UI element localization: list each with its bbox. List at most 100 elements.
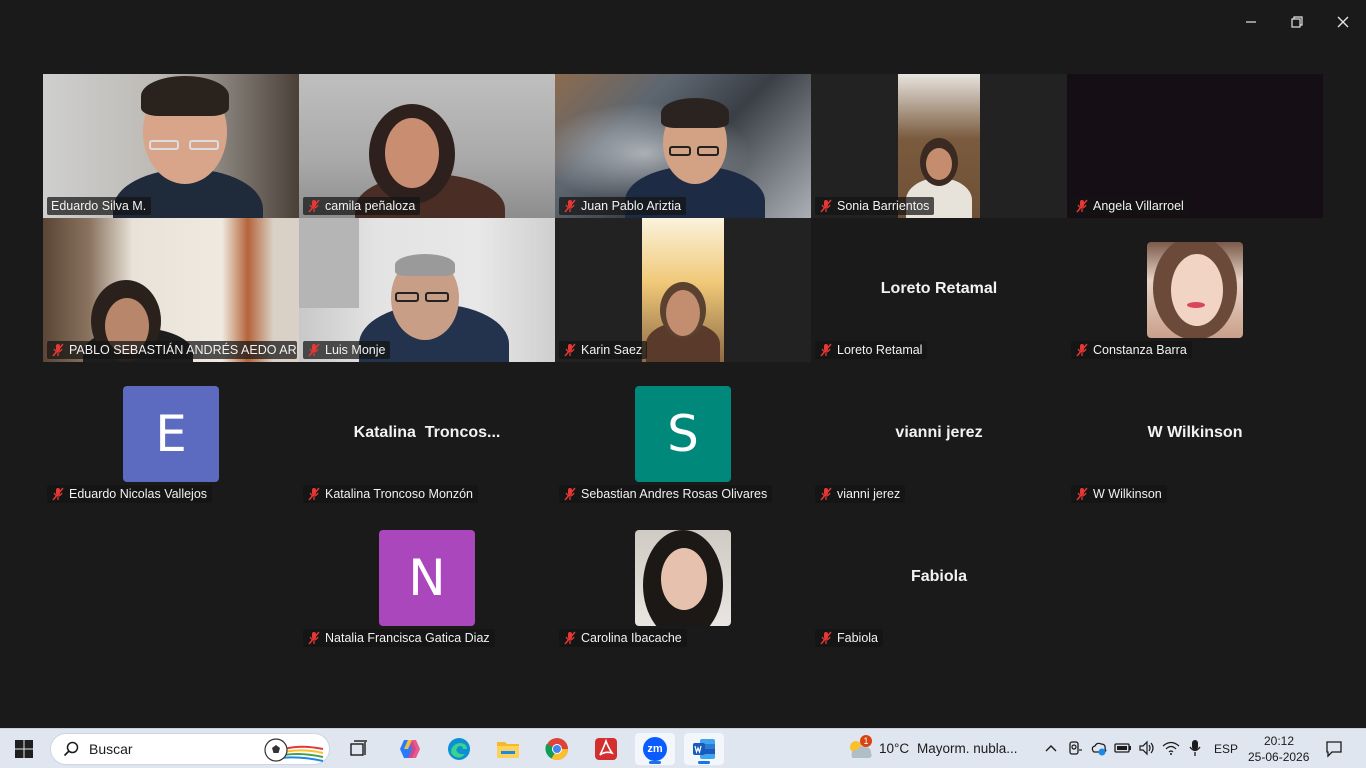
participant-tile[interactable]: W Wilkinson W Wilkinson bbox=[1067, 362, 1323, 506]
participant-display-name: vianni jerez bbox=[895, 424, 983, 441]
show-hidden-icons-button[interactable] bbox=[1042, 739, 1060, 757]
notifications-button[interactable] bbox=[1323, 738, 1345, 760]
microphone-icon bbox=[1189, 740, 1201, 756]
participant-name: W Wilkinson bbox=[1093, 487, 1162, 501]
participant-tile[interactable]: E Eduardo Nicolas Vallejos bbox=[43, 362, 299, 506]
participant-name-tag: Constanza Barra bbox=[1071, 341, 1192, 359]
close-button[interactable] bbox=[1320, 8, 1366, 36]
wifi-icon bbox=[1162, 741, 1180, 755]
muted-mic-icon bbox=[1076, 343, 1088, 357]
participant-name-tag: Natalia Francisca Gatica Diaz bbox=[303, 629, 495, 647]
participant-tile[interactable]: Katalina Troncos... Katalina Troncoso Mo… bbox=[299, 362, 555, 506]
restore-button[interactable] bbox=[1274, 8, 1320, 36]
participant-name: Sebastian Andres Rosas Olivares bbox=[581, 487, 768, 501]
word-icon bbox=[693, 739, 715, 759]
chevron-up-icon bbox=[1045, 745, 1057, 752]
participant-tile[interactable]: Loreto Retamal Loreto Retamal bbox=[811, 218, 1067, 362]
participant-name-tag: Luis Monje bbox=[303, 341, 391, 359]
windows-start-icon bbox=[15, 740, 33, 758]
copilot-icon bbox=[400, 740, 420, 758]
task-view-icon bbox=[350, 740, 367, 756]
participant-tile[interactable]: Juan Pablo Ariztia bbox=[555, 74, 811, 218]
clock-date: 25-06-2026 bbox=[1248, 750, 1310, 764]
camera-icon bbox=[1069, 741, 1082, 755]
participant-name: Eduardo Nicolas Vallejos bbox=[69, 487, 208, 501]
participant-name: Fabiola bbox=[837, 631, 878, 645]
taskbar-task-view[interactable] bbox=[339, 733, 379, 765]
participant-name: Natalia Francisca Gatica Diaz bbox=[325, 631, 490, 645]
weather-temperature: 10°C bbox=[879, 741, 910, 756]
tray-network[interactable] bbox=[1162, 739, 1180, 757]
tray-meet-now[interactable] bbox=[1066, 739, 1084, 757]
participant-display-name: Fabiola bbox=[910, 568, 967, 585]
participant-tile[interactable]: S Sebastian Andres Rosas Olivares bbox=[555, 362, 811, 506]
chat-bubble-icon bbox=[1326, 741, 1342, 758]
participant-tile[interactable]: Angela Villarroel bbox=[1067, 74, 1323, 218]
participant-name: Katalina Troncoso Monzón bbox=[325, 487, 474, 501]
participant-name-tag: Carolina Ibacache bbox=[559, 629, 687, 647]
letter-avatar: S bbox=[635, 386, 731, 482]
language-indicator[interactable]: ESP bbox=[1214, 742, 1238, 756]
participant-name: PABLO SEBASTIÁN ANDRÉS AEDO AR... bbox=[69, 343, 297, 357]
participant-tile[interactable]: Fabiola Fabiola bbox=[811, 506, 1067, 650]
muted-mic-icon bbox=[564, 199, 576, 213]
participant-name-tag: Katalina Troncoso Monzón bbox=[303, 485, 479, 503]
chrome-icon bbox=[545, 738, 568, 760]
participant-name-tag: Fabiola bbox=[815, 629, 883, 647]
taskbar: Buscar zm 1 10°C Mayorm. nubla... ESP 20… bbox=[0, 728, 1366, 768]
participant-name: vianni jerez bbox=[837, 487, 901, 501]
profile-photo bbox=[635, 530, 731, 626]
search-icon bbox=[63, 741, 79, 757]
participant-tile[interactable]: Luis Monje bbox=[299, 218, 555, 362]
weather-widget[interactable]: 1 10°C Mayorm. nubla... bbox=[844, 733, 1034, 765]
participant-name-tag: Sonia Barrientos bbox=[815, 197, 935, 215]
letter-avatar: E bbox=[123, 386, 219, 482]
edge-icon bbox=[448, 738, 470, 760]
folder-icon bbox=[497, 742, 519, 758]
minimize-button[interactable] bbox=[1228, 8, 1274, 36]
taskbar-search[interactable]: Buscar bbox=[50, 733, 330, 765]
participant-tile[interactable]: Sonia Barrientos bbox=[811, 74, 1067, 218]
muted-mic-icon bbox=[564, 631, 576, 645]
participant-name-tag: vianni jerez bbox=[815, 485, 906, 503]
weather-description: Mayorm. nubla... bbox=[917, 741, 1018, 756]
taskbar-zoom[interactable]: zm bbox=[635, 733, 675, 765]
participant-tile[interactable]: N Natalia Francisca Gatica Diaz bbox=[299, 506, 555, 650]
speaker-icon bbox=[1139, 740, 1154, 756]
participant-name-tag: Sebastian Andres Rosas Olivares bbox=[559, 485, 773, 503]
restore-icon bbox=[1291, 16, 1303, 28]
weather-alert-badge: 1 bbox=[860, 735, 872, 747]
taskbar-file-explorer[interactable] bbox=[488, 733, 528, 765]
participant-tile[interactable]: PABLO SEBASTIÁN ANDRÉS AEDO AR... bbox=[43, 218, 299, 362]
participant-name: Karin Saez bbox=[581, 343, 643, 357]
taskbar-chrome[interactable] bbox=[537, 733, 577, 765]
participant-tile[interactable]: Carolina Ibacache bbox=[555, 506, 811, 650]
participant-tile[interactable]: Constanza Barra bbox=[1067, 218, 1323, 362]
participant-name-tag: Loreto Retamal bbox=[815, 341, 928, 359]
zoom-meeting-window: Eduardo Silva M. camila peñaloza Juan Pa… bbox=[0, 0, 1366, 768]
participant-name: Juan Pablo Ariztia bbox=[581, 199, 682, 213]
tray-battery[interactable] bbox=[1114, 739, 1132, 757]
taskbar-edge[interactable] bbox=[439, 733, 479, 765]
muted-mic-icon bbox=[308, 631, 320, 645]
participant-display-name: Katalina Troncos... bbox=[353, 424, 501, 441]
muted-mic-icon bbox=[308, 343, 320, 357]
cloud-sync-icon bbox=[1091, 742, 1107, 756]
participant-name: Carolina Ibacache bbox=[581, 631, 682, 645]
taskbar-copilot[interactable] bbox=[390, 733, 430, 765]
participant-tile[interactable]: camila peñaloza bbox=[299, 74, 555, 218]
clock[interactable]: 20:12 25-06-2026 bbox=[1244, 732, 1310, 766]
participant-tile[interactable]: vianni jerez vianni jerez bbox=[811, 362, 1067, 506]
tray-volume[interactable] bbox=[1138, 739, 1156, 757]
participant-name: Luis Monje bbox=[325, 343, 386, 357]
taskbar-acrobat[interactable] bbox=[586, 733, 626, 765]
participant-display-name: Loreto Retamal bbox=[880, 280, 998, 297]
participant-tile[interactable]: Karin Saez bbox=[555, 218, 811, 362]
tray-onedrive[interactable] bbox=[1090, 739, 1108, 757]
tray-microphone[interactable] bbox=[1186, 739, 1204, 757]
participant-name-tag: Juan Pablo Ariztia bbox=[559, 197, 687, 215]
participant-tile[interactable]: Eduardo Silva M. bbox=[43, 74, 299, 218]
start-button[interactable] bbox=[4, 733, 44, 765]
participant-name-tag: Eduardo Silva M. bbox=[47, 197, 152, 215]
taskbar-word[interactable] bbox=[684, 733, 724, 765]
